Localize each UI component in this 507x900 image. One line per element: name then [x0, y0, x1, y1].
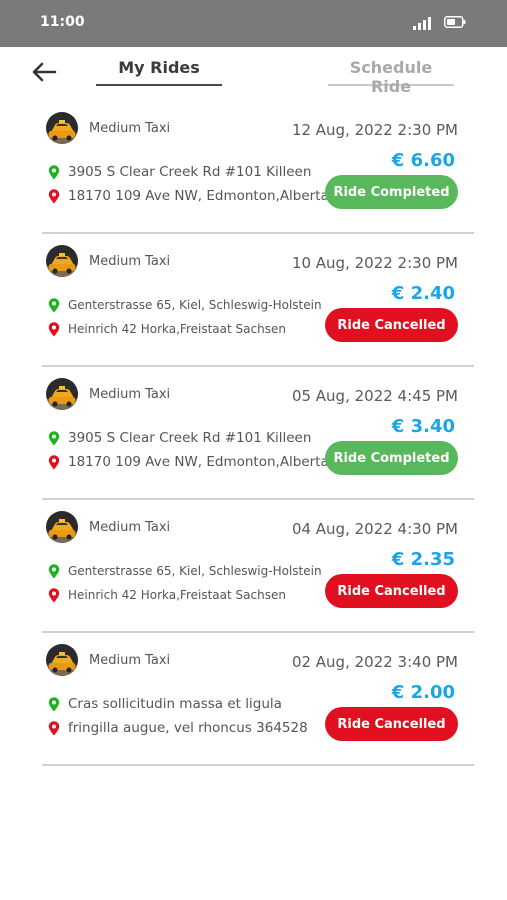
ride-date: 05 Aug, 2022 4:45 PM — [291, 387, 458, 405]
vehicle-type: Medium Taxi — [89, 387, 171, 402]
pickup-pin-icon — [48, 297, 60, 312]
vehicle-type: Medium Taxi — [89, 121, 171, 136]
pickup-location: 3905 S Clear Creek Rd #101 Killeen — [48, 429, 311, 447]
pickup-location: 3905 S Clear Creek Rd #101 Killeen — [48, 163, 311, 181]
ride-card-2[interactable]: Medium Taxi 10 Aug, 2022 2:30 PM € 2.40 … — [42, 234, 474, 367]
drop-pin-icon — [48, 321, 60, 336]
back-button[interactable] — [28, 58, 60, 86]
drop-address: Heinrich 42 Horka,Freistaat Sachsen — [68, 588, 286, 602]
ride-fare: € 6.60 — [391, 150, 455, 171]
drop-address: Heinrich 42 Horka,Freistaat Sachsen — [68, 322, 286, 336]
pickup-address: Genterstrasse 65, Kiel, Schleswig-Holste… — [68, 564, 322, 578]
ride-date: 02 Aug, 2022 3:40 PM — [291, 653, 458, 671]
ride-status-button[interactable]: Ride Cancelled — [325, 308, 458, 342]
ride-date: 10 Aug, 2022 2:30 PM — [291, 254, 458, 272]
vehicle-type: Medium Taxi — [89, 254, 171, 269]
pickup-address: Genterstrasse 65, Kiel, Schleswig-Holste… — [68, 298, 322, 312]
pickup-pin-icon — [48, 164, 60, 179]
pickup-location: Cras sollicitudin massa et ligula — [48, 695, 282, 713]
pickup-pin-icon — [48, 563, 60, 578]
pickup-address: 3905 S Clear Creek Rd #101 Killeen — [68, 164, 312, 180]
battery-icon — [444, 16, 466, 28]
pickup-address: 3905 S Clear Creek Rd #101 Killeen — [68, 430, 312, 446]
tab-schedule-ride[interactable]: Schedule Ride — [328, 58, 454, 96]
vehicle-type: Medium Taxi — [89, 653, 171, 668]
ride-status-button[interactable]: Ride Cancelled — [325, 707, 458, 741]
taxi-avatar — [46, 644, 78, 676]
ride-status-button[interactable]: Ride Cancelled — [325, 574, 458, 608]
drop-pin-icon — [48, 587, 60, 602]
pickup-address: Cras sollicitudin massa et ligula — [68, 696, 282, 712]
tab-my-rides[interactable]: My Rides — [96, 58, 222, 86]
ride-card-3[interactable]: Medium Taxi 05 Aug, 2022 4:45 PM € 3.40 … — [42, 367, 474, 500]
pickup-location: Genterstrasse 65, Kiel, Schleswig-Holste… — [48, 296, 322, 314]
taxi-avatar — [46, 112, 78, 144]
drop-pin-icon — [48, 454, 60, 469]
signal-bars-icon — [413, 17, 431, 30]
ride-card-5[interactable]: Medium Taxi 02 Aug, 2022 3:40 PM € 2.00 … — [42, 633, 474, 766]
drop-pin-icon — [48, 188, 60, 203]
pickup-pin-icon — [48, 696, 60, 711]
ride-fare: € 2.00 — [391, 682, 455, 703]
drop-location: Heinrich 42 Horka,Freistaat Sachsen — [48, 586, 286, 604]
status-bar: 11:00 — [0, 0, 507, 47]
pickup-pin-icon — [48, 430, 60, 445]
ride-fare: € 2.40 — [391, 283, 455, 304]
drop-address: 18170 109 Ave NW, Edmonton,Alberta — [68, 454, 329, 470]
taxi-avatar — [46, 245, 78, 277]
vehicle-type: Medium Taxi — [89, 520, 171, 535]
taxi-avatar — [46, 378, 78, 410]
ride-date: 12 Aug, 2022 2:30 PM — [291, 121, 458, 139]
drop-location: 18170 109 Ave NW, Edmonton,Alberta — [48, 453, 329, 471]
ride-card-4[interactable]: Medium Taxi 04 Aug, 2022 4:30 PM € 2.35 … — [42, 500, 474, 633]
ride-status-button[interactable]: Ride Completed — [325, 441, 458, 475]
pickup-location: Genterstrasse 65, Kiel, Schleswig-Holste… — [48, 562, 322, 580]
drop-location: 18170 109 Ave NW, Edmonton,Alberta — [48, 187, 329, 205]
taxi-avatar — [46, 511, 78, 543]
drop-location: Heinrich 42 Horka,Freistaat Sachsen — [48, 320, 286, 338]
ride-status-button[interactable]: Ride Completed — [325, 175, 458, 209]
drop-pin-icon — [48, 720, 60, 735]
status-time: 11:00 — [40, 14, 85, 30]
ride-card-1[interactable]: Medium Taxi 12 Aug, 2022 2:30 PM € 6.60 … — [42, 101, 474, 234]
drop-address: fringilla augue, vel rhoncus 364528 — [68, 720, 308, 736]
ride-fare: € 2.35 — [391, 549, 455, 570]
drop-address: 18170 109 Ave NW, Edmonton,Alberta — [68, 188, 329, 204]
arrow-left-icon — [32, 62, 57, 82]
drop-location: fringilla augue, vel rhoncus 364528 — [48, 719, 308, 737]
rides-list: Medium Taxi 12 Aug, 2022 2:30 PM € 6.60 … — [42, 101, 474, 766]
ride-date: 04 Aug, 2022 4:30 PM — [291, 520, 458, 538]
ride-fare: € 3.40 — [391, 416, 455, 437]
